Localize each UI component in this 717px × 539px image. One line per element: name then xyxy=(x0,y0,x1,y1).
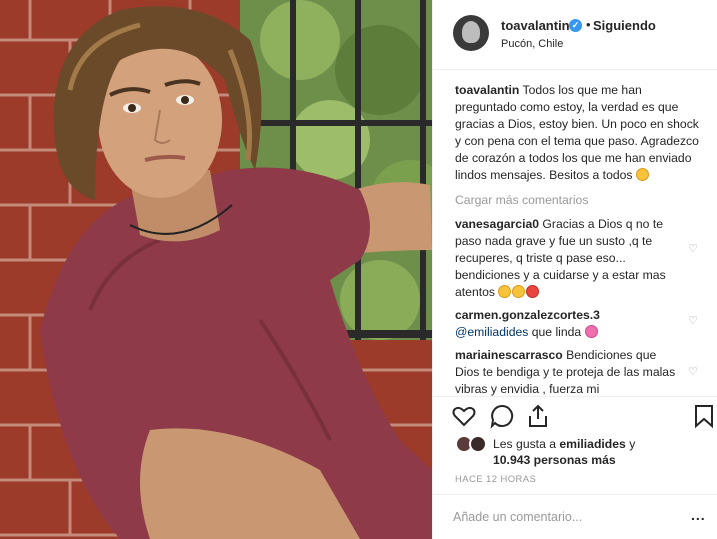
heart-icon[interactable] xyxy=(451,403,477,429)
likes-prefix: Les gusta a xyxy=(493,437,557,451)
smile-emoji-icon xyxy=(635,168,649,181)
heart-eyes-emoji-icon xyxy=(526,285,540,298)
load-more-comments-button[interactable]: Cargar más comentarios xyxy=(455,193,702,207)
likes-summary: Les gusta a emiliadides y 10.943 persona… xyxy=(453,434,713,468)
comment-like-heart-icon[interactable]: ♡ xyxy=(688,316,698,327)
comment-item: mariainescarrasco Bendiciones que Dios t… xyxy=(455,347,702,396)
comment-username[interactable]: vanesagarcia0 xyxy=(455,217,539,231)
comments-section[interactable]: toavalantin Todos los que me han pregunt… xyxy=(433,70,717,396)
comment-username[interactable]: carmen.gonzalezcortes.3 xyxy=(455,308,600,322)
avatar[interactable] xyxy=(453,15,489,51)
add-comment-input[interactable] xyxy=(453,508,673,526)
comment-like-heart-icon[interactable]: ♡ xyxy=(688,367,698,378)
following-button[interactable]: Siguiendo xyxy=(593,18,656,33)
comment-text: que linda xyxy=(531,325,582,339)
caption: toavalantin Todos los que me han pregunt… xyxy=(455,82,702,184)
post-image xyxy=(0,0,432,539)
verified-badge-icon: ✓ xyxy=(569,19,582,32)
liker-avatar[interactable] xyxy=(469,435,487,453)
post-header: toavalantin ✓ • Siguiendo Pucón, Chile xyxy=(433,0,717,70)
header-username[interactable]: toavalantin xyxy=(501,18,570,33)
bookmark-icon[interactable] xyxy=(691,403,717,429)
liked-by-username[interactable]: emiliadides xyxy=(559,437,625,451)
flower-emoji-icon xyxy=(584,325,598,338)
add-comment-bar: ... xyxy=(433,494,717,539)
comment-item: carmen.gonzalezcortes.3 @emiliadides que… xyxy=(455,307,702,341)
comment-icon[interactable] xyxy=(489,403,515,429)
wink-emoji-icon xyxy=(512,285,526,298)
likes-joiner: y xyxy=(629,437,636,451)
smile-emoji-icon xyxy=(498,285,512,298)
action-bar xyxy=(433,396,717,434)
location-link[interactable]: Pucón, Chile xyxy=(501,38,563,50)
post-side-panel: toavalantin ✓ • Siguiendo Pucón, Chile t… xyxy=(432,0,717,539)
likes-text: Les gusta a emiliadides y 10.943 persona… xyxy=(493,436,713,468)
post-timestamp[interactable]: HACE 12 HORAS xyxy=(455,474,536,485)
comment-item: vanesagarcia0 Gracias a Dios q no te pas… xyxy=(455,216,702,301)
caption-username[interactable]: toavalantin xyxy=(455,83,519,97)
header-separator: • xyxy=(586,17,591,32)
share-icon[interactable] xyxy=(525,403,551,429)
more-options-icon[interactable]: ... xyxy=(691,507,706,523)
likes-count-link[interactable]: 10.943 personas más xyxy=(493,453,616,467)
caption-text: Todos los que me han preguntado como est… xyxy=(455,83,699,182)
comment-username[interactable]: mariainescarrasco xyxy=(455,348,563,362)
post-photo[interactable] xyxy=(0,0,432,539)
comment-mention-link[interactable]: @emiliadides xyxy=(455,325,528,339)
comment-like-heart-icon[interactable]: ♡ xyxy=(688,244,698,255)
